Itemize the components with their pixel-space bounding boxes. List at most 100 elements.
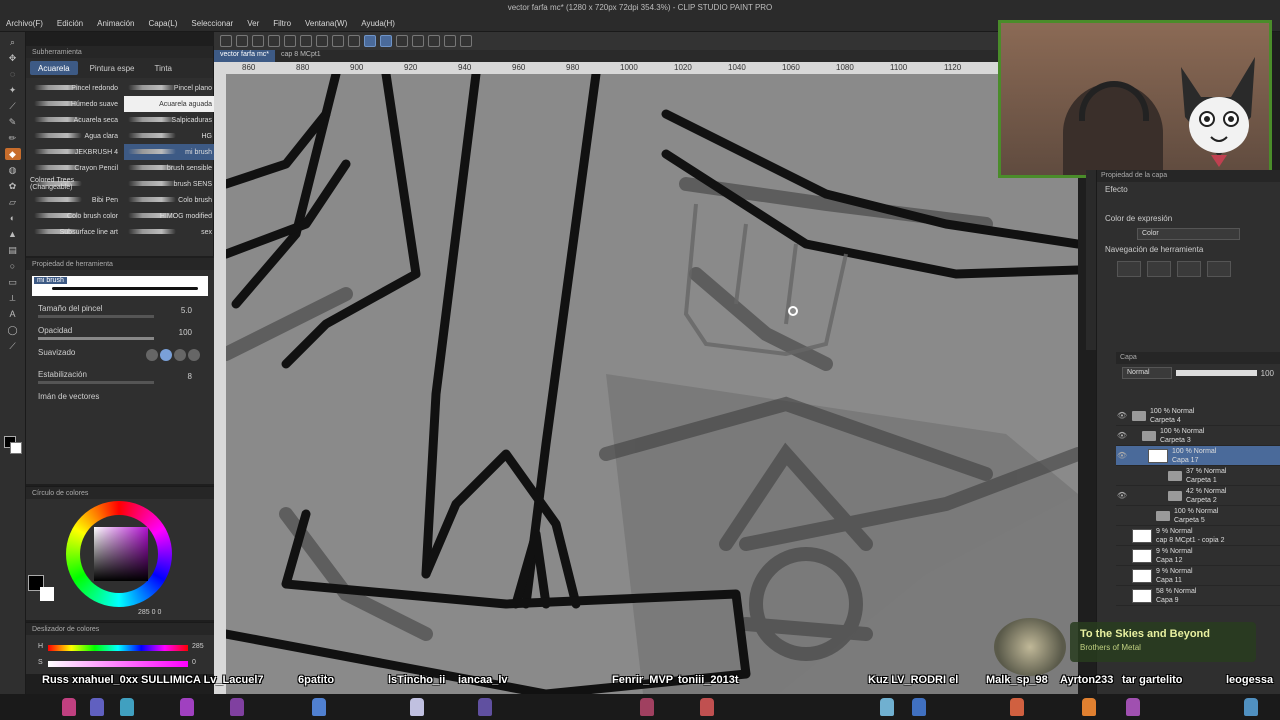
move-tool-icon[interactable]: ✥ <box>5 52 21 64</box>
menu-filtro[interactable]: Filtro <box>273 19 291 28</box>
brush-item[interactable]: Colo brush <box>124 192 216 208</box>
brush-item[interactable]: Acuarela aguada <box>124 96 216 112</box>
stabilization-row[interactable]: Estabilización 8 <box>26 368 214 390</box>
stabilization-value[interactable]: 8 <box>188 372 192 381</box>
brush-item[interactable]: Colored Trees (Changeable) <box>30 176 122 192</box>
layer-row[interactable]: 100 % Normal Carpeta 5 <box>1116 506 1280 526</box>
layer-row[interactable]: 9 % Normal cap 8 MCpt1 - copia 2 <box>1116 526 1280 546</box>
eraser-tool-icon[interactable]: ▱ <box>5 196 21 208</box>
smooth-option[interactable] <box>174 349 186 361</box>
nav-button-icon[interactable] <box>1117 261 1141 277</box>
brush-size-row[interactable]: Tamaño del pincel 5.0 <box>26 302 214 324</box>
vector-magnet-row[interactable]: Imán de vectores <box>26 390 214 412</box>
figure-tool-icon[interactable]: ○ <box>5 260 21 272</box>
drawing-canvas[interactable] <box>226 74 1078 720</box>
snap-grid-icon[interactable] <box>396 35 408 47</box>
ruler-tool-icon[interactable]: ⟂ <box>5 292 21 304</box>
brush-item[interactable]: Subsurface line art <box>30 224 122 240</box>
eye-icon[interactable]: 👁 <box>1116 431 1128 440</box>
redo-icon[interactable] <box>284 35 296 47</box>
text-tool-icon[interactable]: A <box>5 308 21 320</box>
snap-ruler-icon[interactable] <box>364 35 376 47</box>
menu-ver[interactable]: Ver <box>247 19 259 28</box>
sub-color-swatch[interactable] <box>10 442 22 454</box>
deselect-icon[interactable] <box>348 35 360 47</box>
tab-pintura[interactable]: Pintura espe <box>82 61 143 75</box>
nav-button-icon[interactable] <box>1177 261 1201 277</box>
save-icon[interactable] <box>252 35 264 47</box>
brush-item[interactable]: Crayon Pencil <box>30 160 122 176</box>
brush-item[interactable]: JEKBRUSH 4 <box>30 144 122 160</box>
brush-item[interactable]: Húmedo suave <box>30 96 122 112</box>
eye-icon[interactable]: 👁 <box>1116 491 1128 500</box>
pencil-tool-icon[interactable]: ✏ <box>5 132 21 144</box>
snap-special-ruler-icon[interactable] <box>380 35 392 47</box>
frame-tool-icon[interactable]: ▭ <box>5 276 21 288</box>
clear-icon[interactable] <box>300 35 312 47</box>
brush-item[interactable]: HG <box>124 128 216 144</box>
doc-tab-vector-farfa[interactable]: vector farfa mc* <box>214 50 276 62</box>
brush-tool-icon[interactable]: ◆ <box>4 148 21 160</box>
opacity-value[interactable]: 100 <box>179 328 192 337</box>
menu-animacion[interactable]: Animación <box>97 19 134 28</box>
auto-select-tool-icon[interactable]: ✦ <box>5 84 21 96</box>
brush-item[interactable]: brush sensible <box>124 160 216 176</box>
nav-button-icon[interactable] <box>1207 261 1231 277</box>
brush-item[interactable]: sex <box>124 224 216 240</box>
menu-seleccionar[interactable]: Seleccionar <box>191 19 233 28</box>
zoom-tool-icon[interactable]: ⌕ <box>5 36 21 48</box>
brush-item[interactable]: Colo brush color <box>30 208 122 224</box>
tab-tinta[interactable]: Tinta <box>147 61 181 75</box>
saturation-slider[interactable] <box>48 661 188 667</box>
stabilization-slider[interactable] <box>38 381 154 384</box>
nav-button-icon[interactable] <box>1147 261 1171 277</box>
eye-icon[interactable]: 👁 <box>1116 411 1128 420</box>
layer-settings-icon[interactable] <box>444 35 456 47</box>
layer-row[interactable]: 58 % Normal Capa 9 <box>1116 586 1280 606</box>
smooth-option[interactable] <box>188 349 200 361</box>
new-file-icon[interactable] <box>220 35 232 47</box>
saturation-square[interactable] <box>94 527 148 581</box>
menu-capa[interactable]: Capa(L) <box>149 19 178 28</box>
eyedropper-tool-icon[interactable]: ⟋ <box>5 100 21 112</box>
hue-slider[interactable] <box>48 645 188 651</box>
blend-tool-icon[interactable]: ◐ <box>5 212 21 224</box>
layer-row[interactable]: 👁 42 % Normal Carpeta 2 <box>1116 486 1280 506</box>
line-correction-tool-icon[interactable]: ⟋ <box>5 340 21 352</box>
open-file-icon[interactable] <box>236 35 248 47</box>
fill-tool-icon[interactable]: ▲ <box>5 228 21 240</box>
gradient-tool-icon[interactable]: ▤ <box>5 244 21 256</box>
brush-size-slider[interactable] <box>38 315 154 318</box>
symmetry-icon[interactable] <box>428 35 440 47</box>
menu-archivo[interactable]: Archivo(F) <box>6 19 43 28</box>
tab-acuarela[interactable]: Acuarela <box>30 61 78 75</box>
smooth-option[interactable] <box>160 349 172 361</box>
layer-row[interactable]: 👁 100 % Normal Carpeta 4 <box>1116 406 1280 426</box>
decoration-tool-icon[interactable]: ✿ <box>5 180 21 192</box>
opacity-slider[interactable] <box>38 337 154 340</box>
perspective-icon[interactable] <box>412 35 424 47</box>
eye-icon[interactable]: 👁 <box>1116 451 1128 460</box>
crop-icon[interactable] <box>460 35 472 47</box>
opacity-row[interactable]: Opacidad 100 <box>26 324 214 346</box>
layer-opacity-value[interactable]: 100 <box>1261 369 1274 378</box>
brush-item[interactable]: Salpicaduras <box>124 112 216 128</box>
layer-opacity-slider[interactable] <box>1176 370 1257 376</box>
smooth-option[interactable] <box>146 349 158 361</box>
menu-edicion[interactable]: Edición <box>57 19 83 28</box>
selection-tool-icon[interactable]: ◌ <box>5 68 21 80</box>
brush-item[interactable]: Pincel plano <box>124 80 216 96</box>
doc-tab-cap8[interactable]: cap 8 MCpt1 <box>275 50 327 62</box>
layer-row[interactable]: 9 % Normal Capa 11 <box>1116 566 1280 586</box>
sub-color-chip[interactable] <box>40 587 54 601</box>
brush-item-selected[interactable]: mi brush <box>124 144 216 160</box>
layer-row-selected[interactable]: 👁 100 % Normal Capa 17 <box>1116 446 1280 466</box>
brush-item[interactable]: Bibi Pen <box>30 192 122 208</box>
balloon-tool-icon[interactable]: ◯ <box>5 324 21 336</box>
layer-row[interactable]: 37 % Normal Carpeta 1 <box>1116 466 1280 486</box>
blend-mode-select[interactable]: Normal <box>1122 367 1172 379</box>
brush-item[interactable]: Acuarela seca <box>30 112 122 128</box>
menu-ayuda[interactable]: Ayuda(H) <box>361 19 395 28</box>
layer-row[interactable]: 9 % Normal Capa 12 <box>1116 546 1280 566</box>
brush-item[interactable]: Agua clara <box>30 128 122 144</box>
